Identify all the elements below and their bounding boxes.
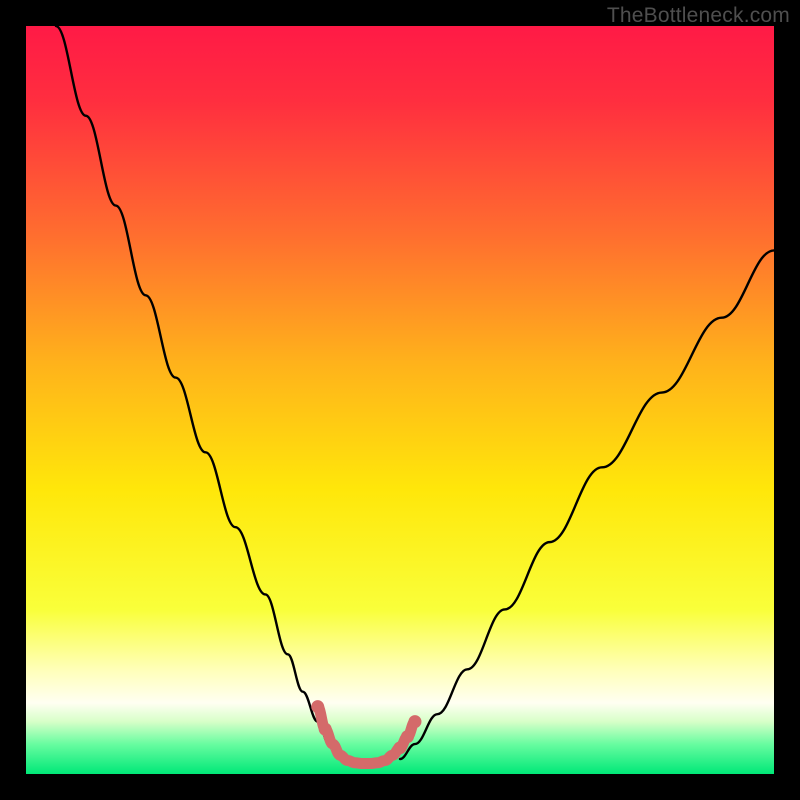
trough-marker-dot [311, 700, 324, 713]
trough-marker-dot [401, 730, 414, 743]
gradient-background [26, 26, 774, 774]
watermark-text: TheBottleneck.com [607, 4, 790, 28]
trough-marker-dot [319, 723, 332, 736]
bottleneck-chart [26, 26, 774, 774]
trough-marker-dot [394, 741, 407, 754]
trough-marker-dot [408, 715, 421, 728]
chart-frame [26, 26, 774, 774]
